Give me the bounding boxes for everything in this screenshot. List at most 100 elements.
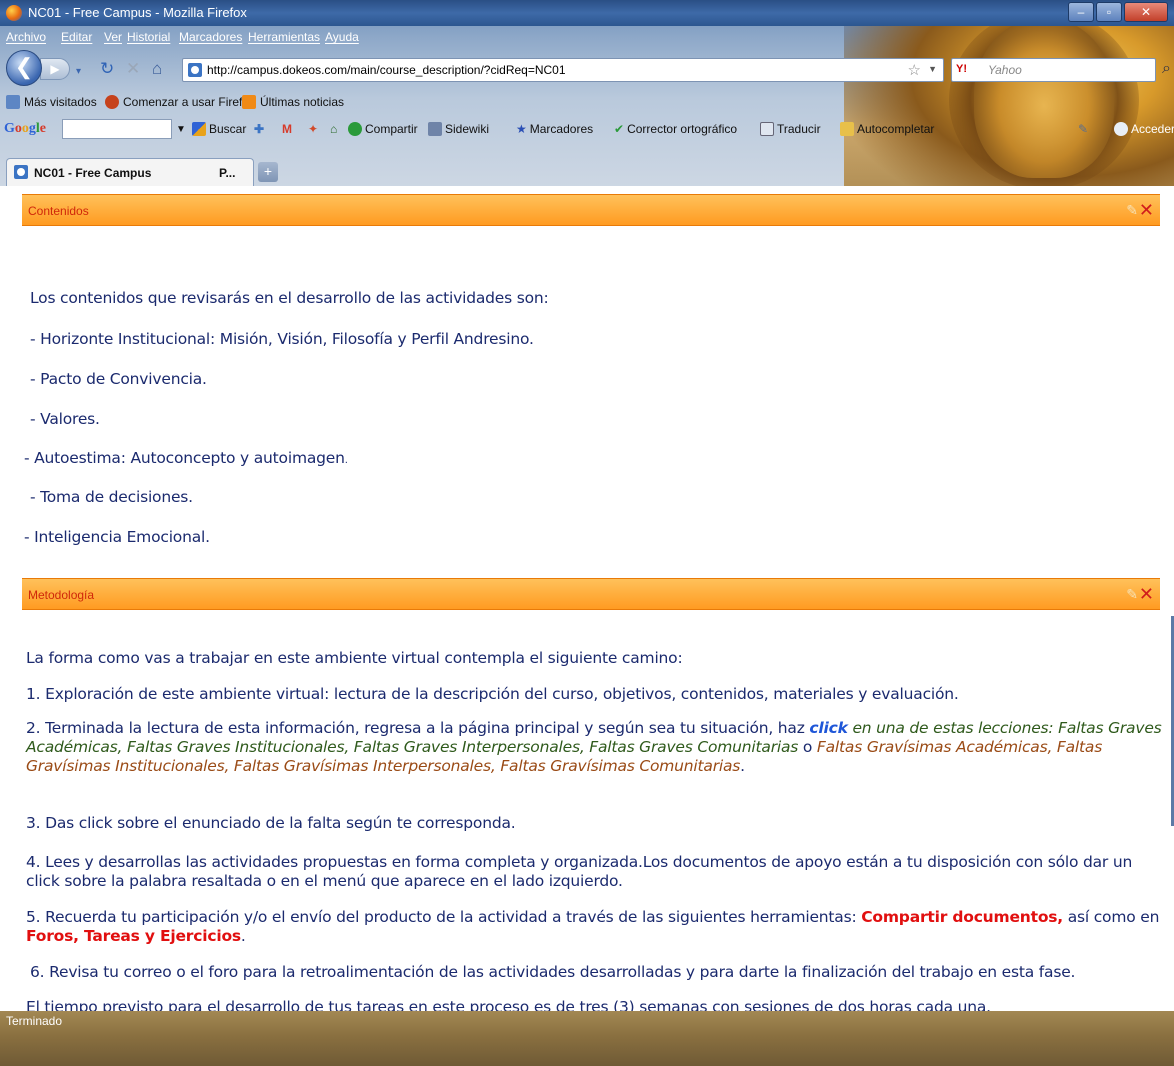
back-button[interactable]: ❮ [6, 50, 42, 86]
click-link[interactable]: click [809, 719, 848, 737]
navigation-toolbar: ▶ ❮ ▾ ↻ ✕ ⌂ http://campus.dokeos.com/mai… [0, 48, 1174, 90]
google-search-input[interactable] [62, 119, 172, 139]
rss-feed-icon [242, 95, 256, 109]
menu-historial[interactable]: Historial [127, 30, 170, 44]
history-dropdown-icon[interactable]: ▾ [76, 62, 81, 82]
contenidos-item: - Toma de decisiones. [30, 488, 193, 506]
google-toolbar: Google ▼ Buscar ✚ M ✦ ⌂ Compartir Sidewi… [0, 114, 1174, 144]
edit-pencil-icon[interactable]: ✎ [1126, 202, 1138, 219]
close-window-button[interactable]: ✕ [1124, 2, 1168, 22]
foros-tareas-link[interactable]: Foros, Tareas y Ejercicios [26, 927, 241, 945]
google-item-label: Sidewiki [445, 122, 490, 136]
maximize-button[interactable]: ▫ [1096, 2, 1122, 22]
search-bar[interactable]: Y! Yahoo ⌕ [951, 58, 1171, 82]
bookmarks-toolbar: Más visitados Comenzar a usar Firefox Úl… [0, 90, 1174, 114]
firefox-bookmark-icon [105, 95, 119, 109]
delete-icon[interactable]: ✕ [1139, 584, 1154, 605]
contenidos-item: - Horizonte Institucional: Misión, Visió… [30, 330, 534, 348]
step-2-text: 2. Terminada la lectura de esta informac… [26, 719, 810, 737]
stop-icon[interactable]: ✕ [126, 59, 140, 79]
tab-strip: NC01 - Free Campus P... + [0, 156, 1174, 186]
metodologia-step-6: 6. Revisa tu correo o el foro para la re… [30, 963, 1076, 981]
step-2-text: en una de estas lecciones: [847, 719, 1059, 737]
home-icon[interactable]: ⌂ [152, 59, 162, 79]
delete-icon[interactable]: ✕ [1139, 200, 1154, 221]
bookmark-star-icon[interactable]: ☆ [908, 61, 921, 79]
google-traducir-button[interactable]: Traducir [760, 122, 821, 136]
bookmark-ultimas-noticias[interactable]: Últimas noticias [242, 95, 344, 109]
search-icon[interactable]: ⌕ [1162, 60, 1171, 78]
google-compartir-button[interactable]: Compartir [348, 122, 418, 136]
wrench-settings-icon[interactable]: ✎ [1078, 122, 1088, 136]
metodologia-step-2: 2. Terminada la lectura de esta informac… [26, 719, 1166, 776]
google-search-dropdown-icon[interactable]: ▼ [176, 124, 186, 135]
bookmark-label: Últimas noticias [260, 95, 345, 109]
contenidos-item-text: - Autoestima: Autoconcepto y autoimagen [24, 449, 345, 467]
google-buscar-button[interactable]: Buscar [192, 122, 246, 136]
forward-button[interactable]: ▶ [40, 58, 70, 80]
reload-icon[interactable]: ↻ [100, 59, 114, 79]
translate-icon [760, 122, 774, 136]
bookmark-mas-visitados[interactable]: Más visitados [6, 95, 97, 109]
user-icon [1114, 122, 1128, 136]
section-title: Metodología [28, 588, 95, 602]
page-content: Contenidos ✎ ✕ Los contenidos que revisa… [0, 186, 1174, 1016]
address-bar[interactable]: http://campus.dokeos.com/main/course_des… [182, 58, 944, 82]
bookmark-comenzar-firefox[interactable]: Comenzar a usar Firefox [105, 95, 255, 109]
home-gadget-icon[interactable]: ⌂ [330, 122, 337, 136]
firefox-logo-icon [6, 5, 22, 21]
step-5-text: así como en [1063, 908, 1160, 926]
compartir-documentos-link[interactable]: Compartir documentos, [861, 908, 1063, 926]
google-item-label: Autocompletar [857, 122, 935, 136]
share-icon [348, 122, 362, 136]
contenidos-item: - Inteligencia Emocional. [24, 528, 210, 546]
tab-nc01-free-campus[interactable]: NC01 - Free Campus P... [6, 158, 254, 186]
gmail-icon[interactable]: M [282, 122, 292, 136]
minimize-button[interactable]: – [1068, 2, 1094, 22]
google-acceder-button[interactable]: Acceder [1114, 122, 1174, 136]
firefox-window: NC01 - Free Campus - Mozilla Firefox – ▫… [0, 0, 1174, 1066]
star-bookmark-icon: ★ [516, 122, 527, 136]
menu-archivo[interactable]: Archivo [6, 30, 46, 44]
google-item-label: Traducir [777, 122, 821, 136]
new-tab-button[interactable]: + [258, 162, 278, 182]
google-logo[interactable]: Google [4, 121, 46, 137]
window-controls: – ▫ ✕ [1068, 2, 1168, 22]
metodologia-intro: La forma como vas a trabajar en este amb… [26, 649, 683, 667]
google-marcadores-button[interactable]: ★ Marcadores [516, 122, 593, 136]
step-5-end: . [240, 927, 246, 945]
menu-ayuda[interactable]: Ayuda [325, 30, 359, 44]
title-bar: NC01 - Free Campus - Mozilla Firefox – ▫… [0, 0, 1174, 26]
google-item-label: Buscar [209, 122, 247, 136]
contenidos-header: Contenidos ✎ ✕ [22, 194, 1160, 226]
forward-arrow-icon: ▶ [50, 62, 60, 76]
menu-herramientas[interactable]: Herramientas [248, 30, 320, 44]
url-dropdown-icon[interactable]: ▼ [928, 64, 937, 74]
yahoo-engine-icon[interactable]: Y! [956, 63, 967, 75]
menu-ver[interactable]: Ver [104, 30, 122, 44]
spellcheck-icon: ✔ [614, 122, 625, 136]
contenidos-intro: Los contenidos que revisarás en el desar… [30, 289, 549, 307]
sidewiki-icon [428, 122, 442, 136]
step-2-end: . [740, 757, 745, 775]
edit-pencil-icon[interactable]: ✎ [1126, 586, 1138, 603]
google-autocompletar-button[interactable]: Autocompletar [840, 122, 934, 136]
google-sidewiki-button[interactable]: Sidewiki [428, 122, 489, 136]
tab-favicon-icon [14, 165, 28, 179]
site-favicon-icon [188, 63, 202, 77]
status-text: Terminado [6, 1014, 63, 1028]
step-5-text: 5. Recuerda tu participación y/o el enví… [26, 908, 862, 926]
plus-icon[interactable]: ✚ [254, 122, 264, 136]
metodologia-step-3: 3. Das click sobre el enunciado de la fa… [26, 814, 516, 832]
share-gadget-icon[interactable]: ✦ [308, 122, 318, 136]
contenidos-item: - Autoestima: Autoconcepto y autoimagen. [24, 449, 348, 467]
menu-bar: Archivo Editar Ver Historial Marcadores … [0, 26, 1174, 48]
metodologia-step-5: 5. Recuerda tu participación y/o el enví… [26, 908, 1166, 946]
menu-editar[interactable]: Editar [61, 30, 92, 44]
google-corrector-button[interactable]: ✔ Corrector ortográfico [614, 122, 737, 136]
metodologia-step-1: 1. Exploración de este ambiente virtual:… [26, 685, 959, 703]
window-title: NC01 - Free Campus - Mozilla Firefox [28, 5, 247, 20]
menu-marcadores[interactable]: Marcadores [179, 30, 242, 44]
autofill-icon [840, 122, 854, 136]
tab-label: NC01 - Free Campus [34, 166, 152, 180]
